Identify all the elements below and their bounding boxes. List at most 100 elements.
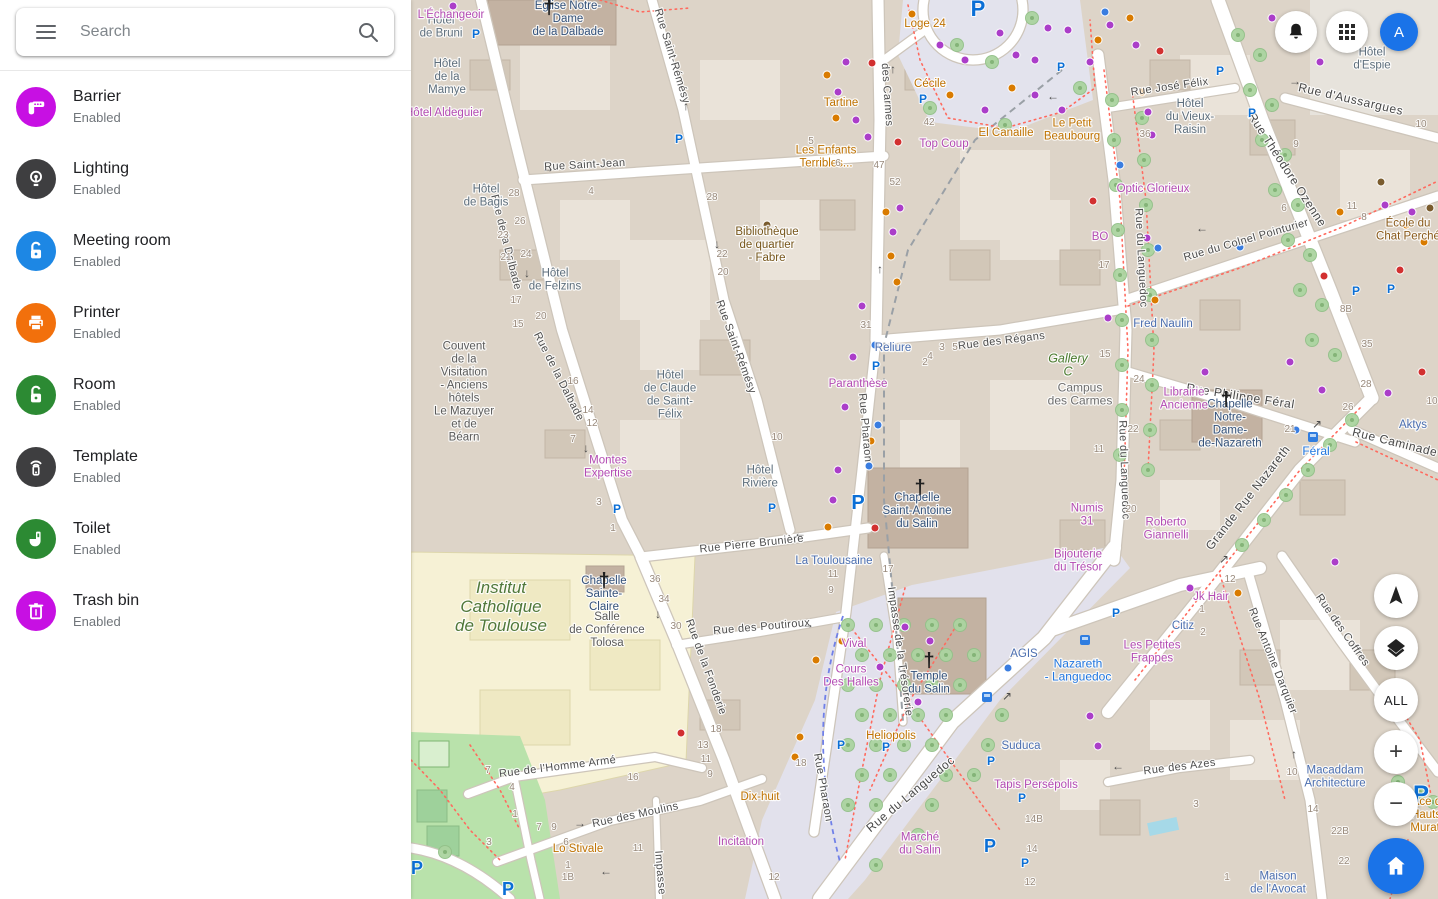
sidebar: Types xyxy=(0,0,411,899)
search-input[interactable] xyxy=(78,22,356,42)
minus-icon: − xyxy=(1389,792,1403,816)
list-item-printer[interactable]: Printer Enabled xyxy=(0,287,411,359)
map-label: → xyxy=(1289,74,1301,88)
map-label: Jk Hair xyxy=(1193,591,1229,603)
map-label: 1B xyxy=(562,872,575,883)
map-label: ↓ xyxy=(583,441,589,455)
search-icon[interactable] xyxy=(356,20,380,44)
map-label: 9 xyxy=(828,585,834,596)
list-item-template[interactable]: Template Enabled xyxy=(0,431,411,503)
map-label: Suduca xyxy=(1001,740,1041,752)
map-label: P xyxy=(837,738,845,752)
map-label: ↑ xyxy=(890,62,896,76)
map-label: 1 xyxy=(565,860,571,871)
map-label: † xyxy=(543,0,554,19)
map-label: ↗ xyxy=(1312,417,1322,431)
map-label: Top Coup xyxy=(919,138,968,150)
all-button-label: ALL xyxy=(1384,693,1408,708)
home-icon xyxy=(1383,853,1409,879)
map-label: ← xyxy=(1112,759,1124,773)
map-label: P xyxy=(919,92,927,106)
list-item-toilet[interactable]: Toilet Enabled xyxy=(0,503,411,575)
map-label: 11 xyxy=(1094,444,1105,455)
map-svg[interactable]: Rue de la DalbadeRue de la DalbadeRue de… xyxy=(411,0,1438,899)
map-label: ↑ xyxy=(877,262,883,276)
map-label: 12 xyxy=(768,872,780,883)
map-label: 28 xyxy=(1360,379,1372,390)
home-button[interactable] xyxy=(1368,838,1424,894)
map-label: 17 xyxy=(510,295,522,306)
map-label: P xyxy=(1112,606,1120,620)
map-label: 9 xyxy=(551,822,557,833)
map-label: Fred Naulin xyxy=(1133,318,1192,330)
item-status: Enabled xyxy=(73,469,138,487)
list-item-meeting-room[interactable]: Meeting room Enabled xyxy=(0,215,411,287)
all-layers-button[interactable]: ALL xyxy=(1374,678,1418,722)
map-label: 23 xyxy=(497,230,509,241)
lightbulb-icon xyxy=(16,159,56,199)
map-label: 1 xyxy=(1224,872,1230,883)
compass-button[interactable] xyxy=(1374,574,1418,618)
map-label: 52 xyxy=(889,177,901,188)
map-canvas[interactable]: Rue de la DalbadeRue de la DalbadeRue de… xyxy=(411,0,1438,899)
avatar[interactable]: A xyxy=(1380,13,1418,51)
map-label: Nazareth- Languedoc xyxy=(1045,657,1112,684)
map-label: 10 xyxy=(1426,396,1438,407)
map-label: 16 xyxy=(627,772,639,783)
map-label: 14 xyxy=(1307,804,1319,815)
item-status: Enabled xyxy=(73,325,121,343)
map-label: 3 xyxy=(939,342,945,353)
map-label: 10 xyxy=(1415,119,1427,130)
map-label: AGIS xyxy=(1010,648,1038,660)
map-label: 5 xyxy=(952,342,958,353)
menu-icon[interactable] xyxy=(36,25,56,39)
item-label: Meeting room xyxy=(73,231,171,251)
map-label: 9 xyxy=(1293,139,1299,150)
map-label: 8B xyxy=(1340,304,1353,315)
map-label: Bijouteriedu Trésor xyxy=(1054,549,1103,574)
layers-button[interactable] xyxy=(1374,626,1418,670)
map-label: 9 xyxy=(707,769,713,780)
zoom-in-button[interactable]: + xyxy=(1374,730,1418,774)
notifications-button[interactable] xyxy=(1275,11,1317,53)
list-item-barrier[interactable]: Barrier Enabled xyxy=(0,71,411,143)
map-label: Paranthèse xyxy=(829,378,888,390)
map-label: 42 xyxy=(923,117,935,128)
list-item-trash-bin[interactable]: Trash bin Enabled xyxy=(0,575,411,647)
map-label: 1 xyxy=(512,809,518,820)
map-label: Hôteld'Espie xyxy=(1353,47,1390,72)
map-label: † xyxy=(923,650,934,672)
map-label: 47 xyxy=(873,160,885,171)
item-status: Enabled xyxy=(73,253,171,271)
map-label: Cécile xyxy=(914,78,946,90)
list-item-lighting[interactable]: Lighting Enabled xyxy=(0,143,411,215)
item-label: Barrier xyxy=(73,87,121,107)
map-label: Féral xyxy=(1302,444,1329,458)
map-label: ← xyxy=(1196,221,1208,235)
map-label: 18 xyxy=(710,724,722,735)
map-label: 24 xyxy=(1133,374,1145,385)
item-status: Enabled xyxy=(73,613,139,631)
apps-grid-button[interactable] xyxy=(1326,11,1368,53)
map-label: Dix-huit xyxy=(741,791,781,803)
printer-icon xyxy=(16,303,56,343)
map-label: ↑ xyxy=(683,99,689,113)
map-label: L'Échangeoir xyxy=(418,8,485,21)
list-item-room[interactable]: Room Enabled xyxy=(0,359,411,431)
map-label: P xyxy=(851,492,864,514)
zoom-out-button[interactable]: − xyxy=(1374,782,1418,826)
map-label: 15 xyxy=(512,319,524,330)
map-label: P xyxy=(1057,60,1065,74)
map-label: 20 xyxy=(1125,504,1137,515)
search-bar[interactable] xyxy=(16,8,394,56)
map-label: ← xyxy=(1047,89,1059,103)
map-label: P xyxy=(1018,791,1026,805)
map-label: 6 xyxy=(1281,203,1287,214)
map-label: MacaddamArchitecture xyxy=(1304,765,1365,790)
bell-icon xyxy=(1285,21,1307,43)
trash-icon xyxy=(16,591,56,631)
map-label: 13 xyxy=(697,740,709,751)
item-status: Enabled xyxy=(73,541,121,559)
map-label: ← xyxy=(794,526,806,540)
map-label: 20 xyxy=(717,267,729,278)
